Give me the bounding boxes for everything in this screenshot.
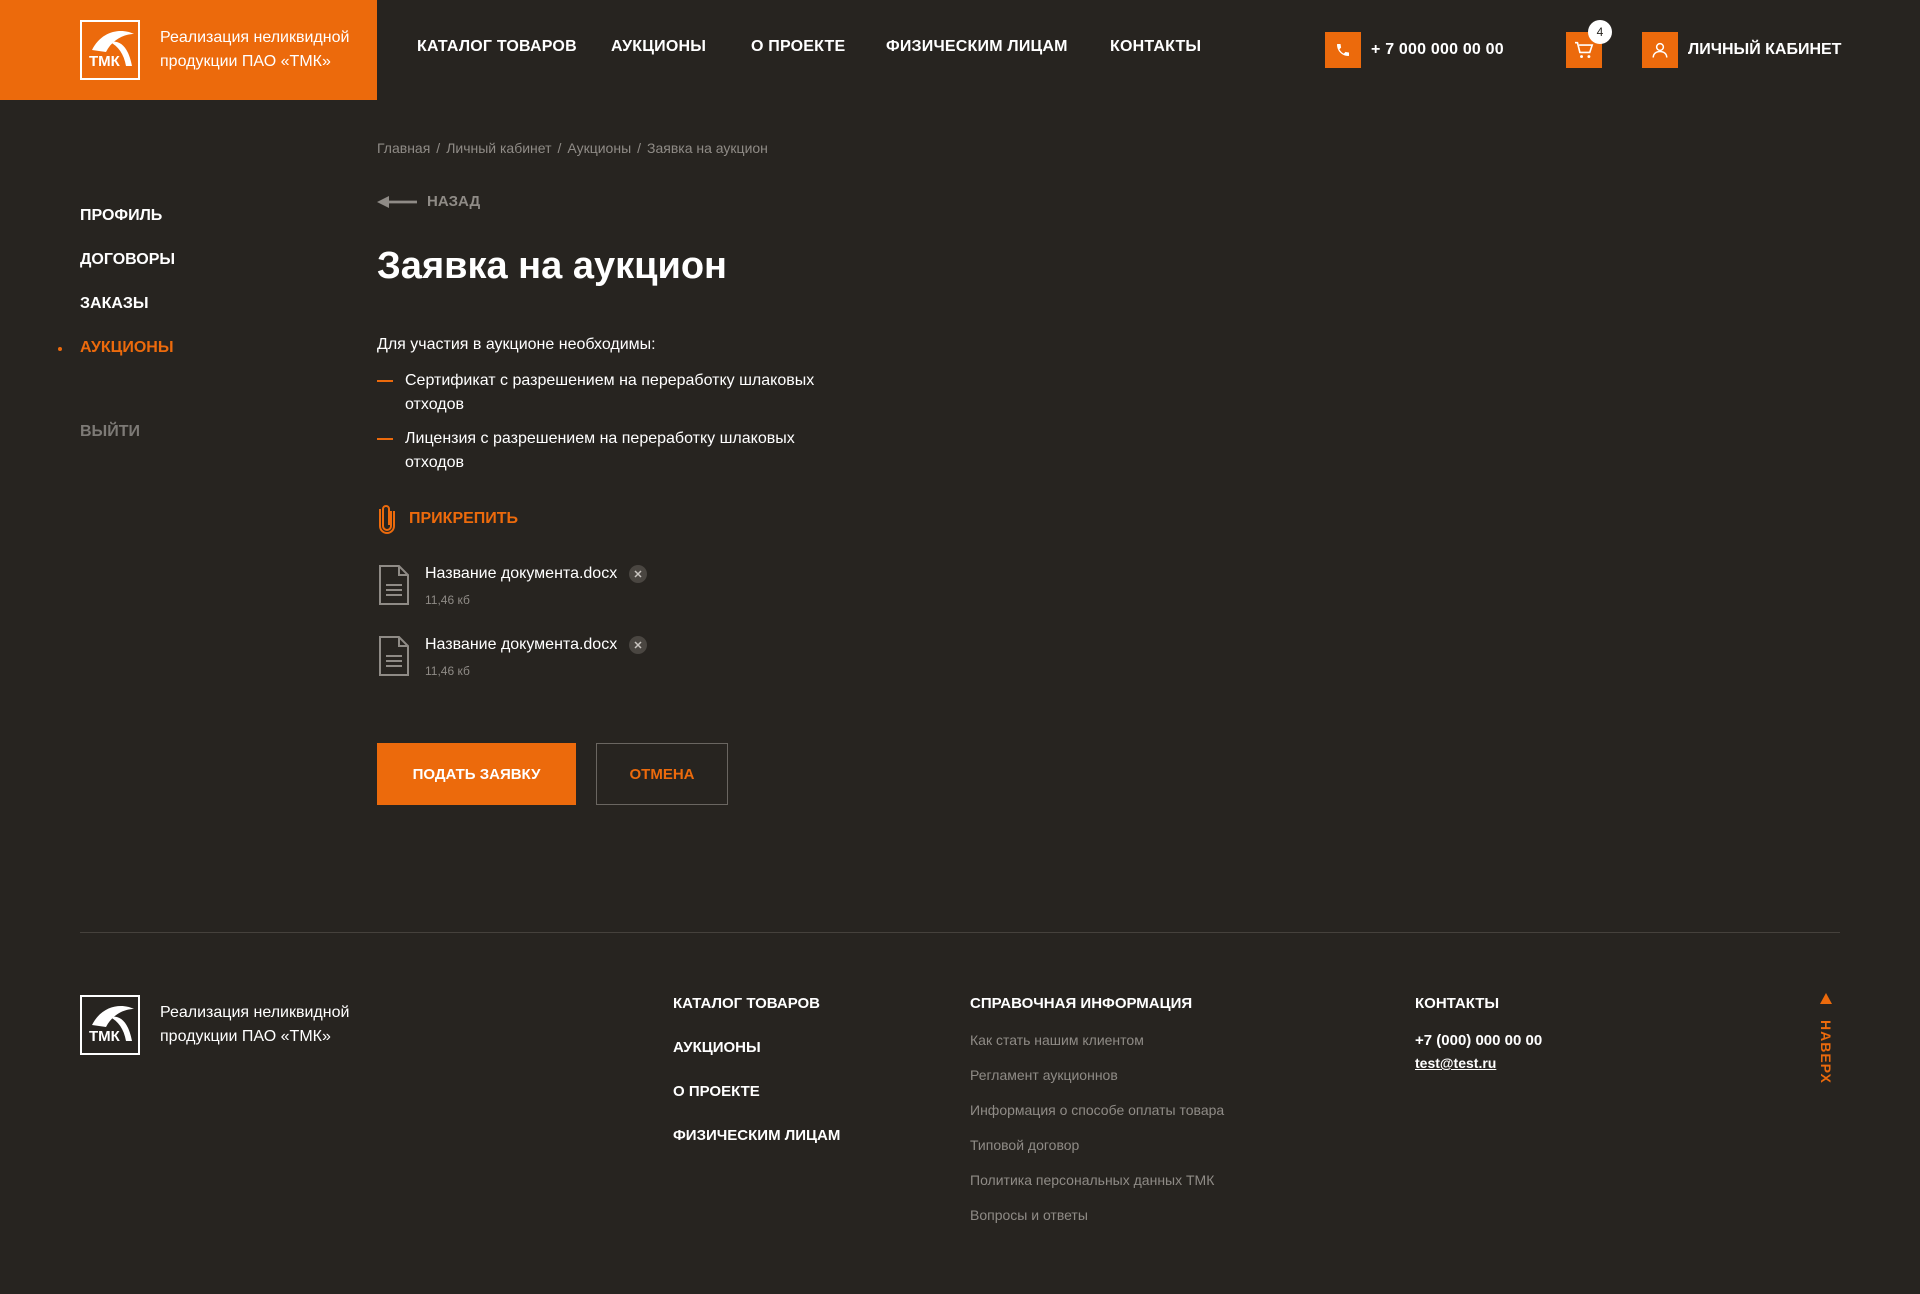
breadcrumb: Главная / Личный кабинет / Аукционы / За… — [377, 140, 768, 156]
footer-nav-auctions[interactable]: АУКЦИОНЫ — [673, 1039, 840, 1083]
requirements-intro: Для участия в аукционе необходимы: — [377, 336, 656, 353]
footer-brand-line2: продукции ПАО «ТМК» — [160, 1028, 331, 1045]
page-title: Заявка на аукцион — [377, 245, 727, 287]
attached-file: Название документа.docx 11,46 кб — [379, 565, 648, 607]
logout-link[interactable]: ВЫЙТИ — [80, 423, 140, 441]
footer-email[interactable]: test@test.ru — [1415, 1055, 1542, 1071]
footer-info-heading: СПРАВОЧНАЯ ИНФОРМАЦИЯ — [970, 995, 1193, 1012]
footer-nav-catalog[interactable]: КАТАЛОГ ТОВАРОВ — [673, 995, 840, 1039]
footer-phone[interactable]: +7 (000) 000 00 00 — [1415, 1032, 1542, 1049]
footer-nav-individuals[interactable]: ФИЗИЧЕСКИМ ЛИЦАМ — [673, 1127, 840, 1171]
sidebar-item-profile[interactable]: ПРОФИЛЬ — [80, 205, 175, 249]
footer-nav: КАТАЛОГ ТОВАРОВ АУКЦИОНЫ О ПРОЕКТЕ ФИЗИЧ… — [673, 995, 840, 1171]
footer-info-link[interactable]: Типовой договор — [970, 1137, 1224, 1172]
cart-button[interactable]: 4 — [1566, 20, 1612, 68]
close-icon — [634, 570, 642, 578]
breadcrumb-auctions[interactable]: Аукционы — [567, 140, 631, 156]
svg-text:ТМК: ТМК — [89, 1028, 121, 1045]
phone-icon — [1325, 32, 1361, 68]
cart-count-badge: 4 — [1588, 20, 1612, 44]
breadcrumb-separator: / — [436, 140, 441, 156]
breadcrumb-home[interactable]: Главная — [377, 140, 430, 156]
file-name: Название документа.docx — [425, 636, 618, 653]
submit-application-button[interactable]: ПОДАТЬ ЗАЯВКУ — [377, 743, 576, 805]
site-header: ТМК Реализация неликвидной продукции ПАО… — [0, 0, 1920, 100]
close-icon — [634, 641, 642, 649]
footer-info-link[interactable]: Вопросы и ответы — [970, 1207, 1224, 1242]
user-icon — [1642, 32, 1678, 68]
nav-catalog[interactable]: КАТАЛОГ ТОВАРОВ — [417, 38, 577, 56]
footer-divider — [80, 932, 1840, 933]
header-phone-link[interactable]: + 7 000 000 00 00 — [1325, 32, 1504, 68]
attach-label: ПРИКРЕПИТЬ — [409, 510, 519, 527]
file-name-row: Название документа.docx — [425, 565, 648, 583]
footer-brand-link[interactable]: ТМК Реализация неликвидной продукции ПАО… — [80, 995, 349, 1055]
footer-brand-line1: Реализация неликвидной — [160, 1004, 350, 1021]
footer-contacts-heading: КОНТАКТЫ — [1415, 995, 1500, 1012]
nav-contacts[interactable]: КОНТАКТЫ — [1110, 38, 1201, 56]
remove-file-button[interactable] — [629, 565, 648, 583]
file-name-row: Название документа.docx — [425, 636, 648, 654]
footer-info-link[interactable]: Информация о способе оплаты товара — [970, 1102, 1224, 1137]
sidebar-item-auctions[interactable]: АУКЦИОНЫ — [57, 337, 175, 381]
nav-individuals[interactable]: ФИЗИЧЕСКИМ ЛИЦАМ — [886, 38, 1068, 56]
file-info: Название документа.docx 11,46 кб — [425, 565, 648, 607]
attach-file-button[interactable]: ПРИКРЕПИТЬ — [377, 503, 518, 535]
scroll-to-top-label: НАВЕРХ — [1818, 1020, 1834, 1084]
breadcrumb-separator: / — [557, 140, 562, 156]
back-label: НАЗАД — [427, 193, 481, 210]
svg-text:ТМК: ТМК — [89, 53, 121, 70]
account-link[interactable]: ЛИЧНЫЙ КАБИНЕТ — [1642, 32, 1841, 68]
footer-info-link[interactable]: Политика персональных данных ТМК — [970, 1172, 1224, 1207]
scroll-to-top-button[interactable]: НАВЕРХ — [1818, 993, 1834, 1084]
triangle-up-icon — [1820, 993, 1832, 1004]
back-link[interactable]: НАЗАД — [377, 193, 480, 210]
document-icon — [379, 565, 409, 605]
footer-info: СПРАВОЧНАЯ ИНФОРМАЦИЯ Как стать нашим кл… — [970, 995, 1224, 1242]
cancel-button[interactable]: ОТМЕНА — [596, 743, 728, 805]
sidebar-item-orders[interactable]: ЗАКАЗЫ — [80, 293, 175, 337]
file-size: 11,46 кб — [425, 664, 470, 678]
attached-file: Название документа.docx 11,46 кб — [379, 636, 648, 678]
file-size: 11,46 кб — [425, 593, 470, 607]
brand-text-line1: Реализация неликвидной — [160, 29, 350, 46]
account-label: ЛИЧНЫЙ КАБИНЕТ — [1688, 41, 1842, 58]
remove-file-button[interactable] — [629, 636, 648, 654]
breadcrumb-separator: / — [637, 140, 642, 156]
header-phone-text: + 7 000 000 00 00 — [1371, 41, 1504, 58]
nav-about[interactable]: О ПРОЕКТЕ — [751, 38, 845, 56]
requirement-item: Сертификат с разрешением на переработку … — [377, 369, 847, 417]
breadcrumb-current: Заявка на аукцион — [647, 140, 768, 156]
tmk-logo-icon: ТМК — [89, 1006, 134, 1045]
footer-brand-text: Реализация неликвидной продукции ПАО «ТМ… — [160, 1001, 349, 1049]
file-info: Название документа.docx 11,46 кб — [425, 636, 648, 678]
document-icon — [379, 636, 409, 676]
file-name: Название документа.docx — [425, 565, 618, 582]
paperclip-icon — [379, 505, 395, 534]
footer-contacts: КОНТАКТЫ +7 (000) 000 00 00 test@test.ru — [1415, 995, 1542, 1071]
account-sidebar: ПРОФИЛЬ ДОГОВОРЫ ЗАКАЗЫ АУКЦИОНЫ — [57, 205, 175, 381]
nav-auctions[interactable]: АУКЦИОНЫ — [611, 38, 706, 56]
footer-nav-about[interactable]: О ПРОЕКТЕ — [673, 1083, 840, 1127]
footer-info-link[interactable]: Регламент аукционнов — [970, 1067, 1224, 1102]
tmk-logo-icon: ТМК — [89, 31, 134, 70]
brand-text: Реализация неликвидной продукции ПАО «ТМ… — [160, 26, 349, 74]
footer-info-link[interactable]: Как стать нашим клиентом — [970, 1032, 1224, 1067]
brand-text-line2: продукции ПАО «ТМК» — [160, 53, 331, 70]
brand-logo-link[interactable]: ТМК Реализация неликвидной продукции ПАО… — [0, 0, 377, 100]
tmk-logo: ТМК — [80, 995, 140, 1055]
requirements-list: Сертификат с разрешением на переработку … — [377, 369, 847, 485]
arrow-left-icon — [377, 195, 417, 208]
tmk-logo: ТМК — [80, 20, 140, 80]
requirement-item: Лицензия с разрешением на переработку шл… — [377, 427, 847, 475]
sidebar-item-contracts[interactable]: ДОГОВОРЫ — [80, 249, 175, 293]
breadcrumb-account[interactable]: Личный кабинет — [446, 140, 551, 156]
